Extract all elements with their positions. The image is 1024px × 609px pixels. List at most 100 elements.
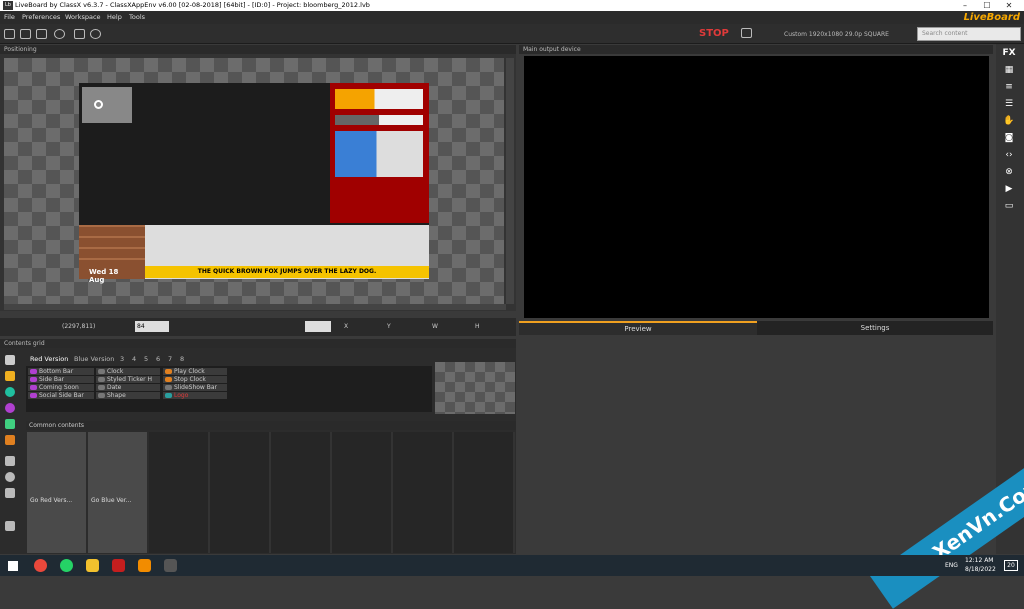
group-icon — [30, 393, 37, 398]
menu-file[interactable]: File — [4, 13, 15, 21]
tab-5[interactable]: 5 — [144, 355, 148, 363]
notification-badge[interactable]: 20 — [1004, 560, 1018, 571]
grid-item-styled-ticker[interactable]: Styled Ticker H — [96, 376, 160, 383]
grid-item-logo[interactable]: Logo — [163, 392, 227, 399]
menu-workspace[interactable]: Workspace — [65, 13, 101, 21]
horizontal-scrollbar[interactable] — [4, 304, 506, 310]
sparkle-icon[interactable] — [5, 419, 15, 429]
positioning-title: Positioning — [0, 45, 516, 54]
grid-item-date[interactable]: Date — [96, 384, 160, 391]
trash-icon[interactable] — [5, 521, 15, 531]
save-icon[interactable] — [20, 29, 31, 39]
tab-red-version[interactable]: Red Version — [30, 355, 68, 363]
side-bar-progress — [335, 115, 423, 125]
grid-item-social-side-bar[interactable]: Social Side Bar — [28, 392, 94, 399]
language-indicator[interactable]: ENG — [945, 562, 958, 569]
hand-icon[interactable]: ✋ — [1002, 115, 1016, 127]
grid-item-slideshow-bar[interactable]: SlideShow Bar — [163, 384, 227, 391]
cube-icon[interactable] — [5, 355, 15, 365]
date-display: Wed 18 Aug — [79, 265, 145, 284]
tab-blue-version[interactable]: Blue Version — [74, 355, 114, 363]
grid-item-play-clock[interactable]: Play Clock — [163, 368, 227, 375]
clock-time[interactable]: 12:12 AM — [965, 557, 993, 564]
display-icon[interactable]: ▭ — [1002, 200, 1016, 212]
whatsapp-icon[interactable] — [60, 559, 73, 572]
vertical-scrollbar[interactable] — [506, 58, 514, 304]
new-icon[interactable] — [4, 29, 15, 39]
image-icon[interactable] — [5, 371, 15, 381]
grid-item-bottom-bar[interactable]: Bottom Bar — [28, 368, 94, 375]
play-circle-icon[interactable] — [5, 387, 15, 397]
common-contents-title: Common contents — [26, 421, 516, 430]
side-bar-header — [335, 89, 423, 109]
search-input[interactable]: Search content — [917, 27, 1021, 41]
file-explorer-icon[interactable] — [86, 559, 99, 572]
app-logo-icon: Lb — [3, 1, 13, 10]
grid-item-coming-soon[interactable]: Coming Soon — [28, 384, 94, 391]
contents-grid-title: Contents grid — [0, 339, 516, 348]
pin-icon[interactable] — [54, 29, 65, 39]
fx-button[interactable]: FX — [1002, 47, 1016, 59]
x-input[interactable] — [305, 321, 331, 332]
side-bar-element[interactable] — [330, 83, 429, 223]
stop-button[interactable]: STOP — [699, 28, 729, 39]
tab-preview[interactable]: Preview — [519, 321, 757, 335]
tab-8[interactable]: 8 — [180, 355, 184, 363]
menu-help[interactable]: Help — [107, 13, 122, 21]
tab-7[interactable]: 7 — [168, 355, 172, 363]
monitor-icon[interactable] — [74, 29, 85, 39]
terminal-icon[interactable]: ▶ — [1002, 183, 1016, 195]
windows-start-icon[interactable] — [8, 561, 18, 571]
media-app-icon[interactable] — [112, 559, 125, 572]
minimize-button[interactable]: – — [954, 0, 976, 11]
liveboard-logo: LiveBoard — [963, 12, 1020, 23]
coordinates-readout: (2297,811) — [62, 323, 96, 330]
menu-tools[interactable]: Tools — [129, 13, 145, 21]
logo-element[interactable] — [82, 87, 132, 123]
common-item-label: Go Red Vers... — [30, 497, 73, 504]
grid-item-shape[interactable]: Shape — [96, 392, 160, 399]
grid-item-side-bar[interactable]: Side Bar — [28, 376, 94, 383]
clipboard-icon[interactable] — [5, 488, 15, 498]
clock-icon — [94, 100, 103, 109]
group-icon — [30, 385, 37, 390]
liveboard-task-icon[interactable] — [164, 559, 177, 572]
tab-3[interactable]: 3 — [120, 355, 124, 363]
bottom-bar-element[interactable]: Wed 18 Aug THE QUICK BROWN FOX JUMPS OVE… — [79, 225, 429, 284]
grid-item-clock[interactable]: Clock — [96, 368, 160, 375]
code-icon[interactable]: ‹› — [1002, 149, 1016, 161]
close-circle-icon[interactable]: ⊗ — [1002, 166, 1016, 178]
code-icon[interactable] — [5, 435, 15, 445]
list-icon[interactable]: ☰ — [1002, 98, 1016, 110]
grid-item-stop-clock[interactable]: Stop Clock — [163, 376, 227, 383]
brick-panel — [79, 225, 145, 269]
group-circle-icon[interactable] — [5, 403, 15, 413]
clock-date[interactable]: 8/18/2022 — [965, 566, 996, 573]
common-item-go-blue[interactable]: Go Blue Ver... — [88, 432, 147, 553]
zoom-input[interactable]: 84 — [135, 321, 169, 332]
document-icon[interactable] — [36, 29, 47, 39]
gamepad-icon[interactable]: ◙ — [1002, 132, 1016, 144]
database-icon[interactable]: ≡ — [1002, 81, 1016, 93]
y-label: Y — [387, 323, 391, 330]
globe-icon[interactable] — [5, 472, 15, 482]
common-item-go-red[interactable]: Go Red Vers... — [27, 432, 86, 553]
maximize-button[interactable]: ☐ — [976, 0, 998, 11]
resolution-label: Custom 1920x1080 29.0p SQUARE — [784, 31, 889, 38]
content-thumbnail — [435, 362, 515, 414]
gauge-icon[interactable] — [90, 29, 101, 39]
clock-icon — [98, 369, 105, 374]
close-button[interactable]: ✕ — [998, 0, 1020, 11]
tab-settings[interactable]: Settings — [757, 321, 993, 335]
canvas-preview[interactable]: Wed 18 Aug THE QUICK BROWN FOX JUMPS OVE… — [79, 83, 429, 284]
tab-6[interactable]: 6 — [156, 355, 160, 363]
chrome-icon[interactable] — [34, 559, 47, 572]
table-icon[interactable]: ▦ — [1002, 64, 1016, 76]
positioning-bar: (2297,811) 84 X Y W H — [0, 318, 516, 336]
tab-4[interactable]: 4 — [132, 355, 136, 363]
vlc-icon[interactable] — [138, 559, 151, 572]
calendar-icon — [98, 385, 105, 390]
menu-preferences[interactable]: Preferences — [22, 13, 60, 21]
output-monitor-icon[interactable] — [741, 28, 752, 38]
scissors-icon[interactable] — [5, 456, 15, 466]
